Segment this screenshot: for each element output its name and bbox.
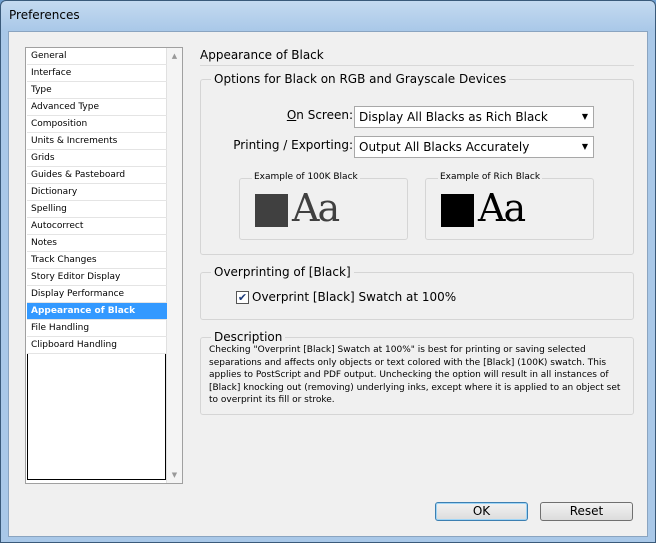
list-scrollbar[interactable]: ▲ ▼ (166, 48, 182, 483)
printing-label: Printing / Exporting: (233, 138, 353, 152)
overprint-checkbox-label[interactable]: Overprint [Black] Swatch at 100% (252, 290, 456, 304)
group-title: Options for Black on RGB and Grayscale D… (211, 72, 510, 86)
rich-sample-text: Aa (478, 186, 526, 230)
sidebar-item-grids[interactable]: Grids (27, 150, 167, 167)
on-screen-label: On Screen: (286, 108, 353, 122)
sidebar-item-units-increments[interactable]: Units & Increments (27, 133, 167, 150)
sidebar-item-dictionary[interactable]: Dictionary (27, 184, 167, 201)
sidebar-item-interface[interactable]: Interface (27, 65, 167, 82)
divider (200, 65, 634, 66)
chevron-down-icon: ▼ (581, 142, 588, 151)
on-screen-value: Display All Blacks as Rich Black (359, 110, 548, 124)
description-text: Checking "Overprint [Black] Swatch at 10… (209, 345, 621, 405)
sidebar-item-appearance-of-black[interactable]: Appearance of Black (27, 303, 167, 320)
sidebar-item-clipboard-handling[interactable]: Clipboard Handling (27, 337, 167, 354)
sidebar-item-display-performance[interactable]: Display Performance (27, 286, 167, 303)
black-options-group: Options for Black on RGB and Grayscale D… (200, 72, 634, 255)
sidebar-item-file-handling[interactable]: File Handling (27, 320, 167, 337)
100k-sample-text: Aa (292, 186, 340, 230)
list-empty-area (27, 353, 166, 480)
example-rich-black: Example of Rich Black Aa (425, 172, 594, 240)
chevron-down-icon: ▼ (581, 112, 588, 121)
example-100k-black: Example of 100K Black Aa (239, 172, 408, 240)
sidebar-item-general[interactable]: General (27, 48, 167, 65)
sidebar-item-track-changes[interactable]: Track Changes (27, 252, 167, 269)
sidebar-item-advanced-type[interactable]: Advanced Type (27, 99, 167, 116)
sidebar-item-guides-pasteboard[interactable]: Guides & Pasteboard (27, 167, 167, 184)
sidebar-item-story-editor-display[interactable]: Story Editor Display (27, 269, 167, 286)
printing-dropdown[interactable]: Output All Blacks Accurately ▼ (354, 136, 594, 158)
rich-black-swatch (441, 194, 474, 227)
example-100k-label: Example of 100K Black (252, 172, 360, 182)
ok-button[interactable]: OK (435, 502, 528, 521)
example-rich-label: Example of Rich Black (438, 172, 543, 182)
page-title: Appearance of Black (200, 48, 324, 62)
sidebar-item-spelling[interactable]: Spelling (27, 201, 167, 218)
sidebar-item-notes[interactable]: Notes (27, 235, 167, 252)
printing-value: Output All Blacks Accurately (359, 140, 530, 154)
on-screen-dropdown[interactable]: Display All Blacks as Rich Black ▼ (354, 106, 594, 128)
sidebar-item-autocorrect[interactable]: Autocorrect (27, 218, 167, 235)
window-title: Preferences (9, 8, 80, 22)
category-list: ▲ ▼ General Interface Type Advanced Type Comp… (25, 47, 183, 484)
overprint-group: Overprinting of [Black] ✔ Overprint [Bla… (200, 265, 634, 320)
dialog-body: ▲ ▼ General Interface Type Advanced Type Comp… (8, 31, 648, 537)
reset-button[interactable]: Reset (540, 502, 633, 521)
group-title: Description (211, 330, 286, 344)
group-title: Overprinting of [Black] (211, 265, 354, 279)
overprint-checkbox[interactable]: ✔ (236, 291, 249, 304)
description-group: Description Checking "Overprint [Black] … (200, 330, 634, 415)
sidebar-item-composition[interactable]: Composition (27, 116, 167, 133)
100k-black-swatch (255, 194, 288, 227)
preferences-window: Preferences ▲ ▼ General Interface Type Advan… (0, 0, 656, 543)
sidebar-item-type[interactable]: Type (27, 82, 167, 99)
